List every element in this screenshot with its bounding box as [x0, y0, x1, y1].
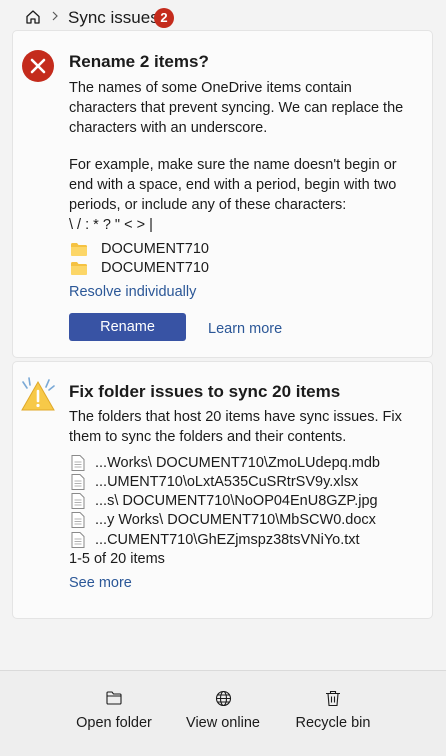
- description-line: The folders that host 20 items have sync…: [69, 409, 402, 425]
- file-name: DOCUMENT710: [101, 241, 209, 257]
- file-name: DOCUMENT710: [101, 260, 209, 276]
- action-bar: Open folder View online Recycle bin: [0, 670, 446, 756]
- rename-example: For example, make sure the name doesn't …: [69, 155, 419, 235]
- document-icon: [71, 532, 85, 548]
- rename-button[interactable]: Rename: [69, 313, 186, 341]
- recycle-bin-label: Recycle bin: [295, 715, 371, 731]
- view-online-label: View online: [186, 715, 260, 731]
- file-path: ...s\ DOCUMENT710\NoOP04EnU8GZP.jpg: [95, 493, 378, 509]
- page-title: Sync issues: [68, 8, 159, 27]
- description-line: characters that prevent syncing. We can …: [69, 100, 404, 116]
- folder-icon: [71, 262, 87, 275]
- view-online-button[interactable]: View online: [178, 671, 268, 756]
- recycle-bin-button[interactable]: Recycle bin: [288, 671, 378, 756]
- file-path: ...y Works\ DOCUMENT710\MbSCW0.docx: [95, 512, 376, 528]
- issue-count-badge: 2: [154, 8, 174, 28]
- globe-icon: [215, 690, 232, 707]
- learn-more-link[interactable]: Learn more: [208, 321, 282, 337]
- example-line: end with a space, end with a period, beg…: [69, 177, 397, 193]
- chevron-right-icon: [52, 11, 58, 21]
- see-more-link[interactable]: See more: [69, 575, 132, 591]
- breadcrumb: Sync issues 2: [0, 0, 446, 34]
- resolve-individually-link[interactable]: Resolve individually: [69, 284, 196, 300]
- open-folder-label: Open folder: [76, 715, 152, 731]
- example-line: \ / : * ? " < > |: [69, 217, 153, 233]
- folder-card-title: Fix folder issues to sync 20 items: [69, 382, 341, 401]
- example-line: For example, make sure the name doesn't …: [69, 157, 397, 173]
- file-path: ...CUMENT710\GhEZjmspz38tsVNiYo.txt: [95, 532, 360, 548]
- description-line: characters with an underscore.: [69, 120, 268, 136]
- folder-issue-card: Fix folder issues to sync 20 items The f…: [12, 361, 433, 619]
- rename-card-title: Rename 2 items?: [69, 52, 209, 71]
- open-folder-button[interactable]: Open folder: [68, 671, 160, 756]
- rename-description: The names of some OneDrive items contain…: [69, 78, 419, 138]
- document-icon: [71, 474, 85, 490]
- folder-description: The folders that host 20 items have sync…: [69, 407, 419, 447]
- pagination-text: 1-5 of 20 items: [69, 551, 165, 567]
- document-icon: [71, 493, 85, 509]
- error-icon: [22, 50, 54, 82]
- description-line: them to sync the folders and their conte…: [69, 429, 347, 445]
- home-icon[interactable]: [24, 8, 42, 26]
- trash-icon: [326, 690, 340, 707]
- document-icon: [71, 455, 85, 471]
- warning-folder-icon: [21, 377, 55, 411]
- folder-outline-icon: [106, 691, 122, 705]
- file-path: ...UMENT710\oLxtA535CuSRtrSV9y.xlsx: [95, 474, 359, 490]
- document-icon: [71, 512, 85, 528]
- file-path: ...Works\ DOCUMENT710\ZmoLUdepq.mdb: [95, 455, 380, 471]
- rename-issue-card: Rename 2 items? The names of some OneDri…: [12, 30, 433, 358]
- example-line: periods, or include any of these charact…: [69, 197, 347, 213]
- description-line: The names of some OneDrive items contain: [69, 80, 352, 96]
- folder-icon: [71, 243, 87, 256]
